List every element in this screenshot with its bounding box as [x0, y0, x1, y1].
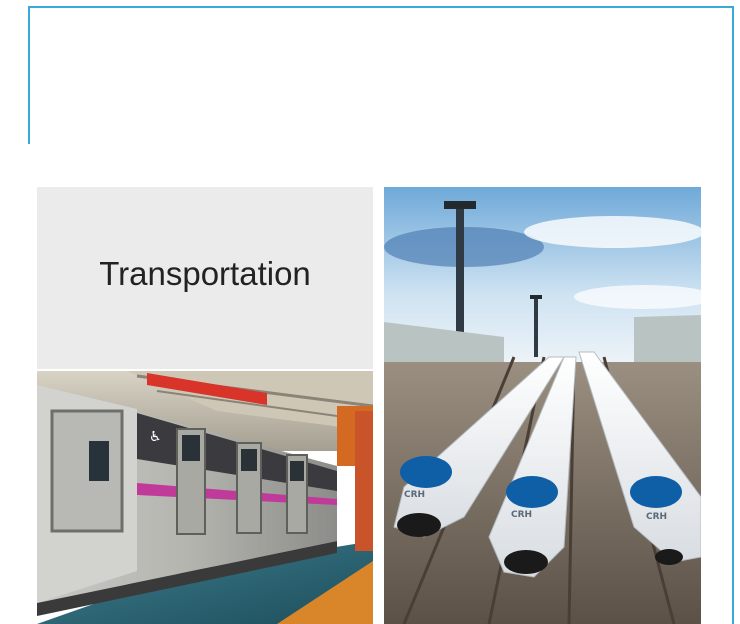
frame-top-border [28, 6, 734, 8]
category-label: Transportation [99, 255, 311, 292]
train-code-middle: CRH [511, 510, 532, 520]
frame-left-border [28, 6, 30, 144]
train-code-left: CRH [404, 490, 425, 500]
subway-train-photo: ♿ [37, 371, 373, 624]
accessibility-icon: ♿ [149, 429, 162, 445]
high-speed-train-photo: CRH CRH CRH [384, 187, 701, 624]
frame-right-border [732, 6, 734, 624]
category-label-panel: Transportation [37, 187, 373, 369]
train-code-right: CRH [646, 512, 667, 522]
